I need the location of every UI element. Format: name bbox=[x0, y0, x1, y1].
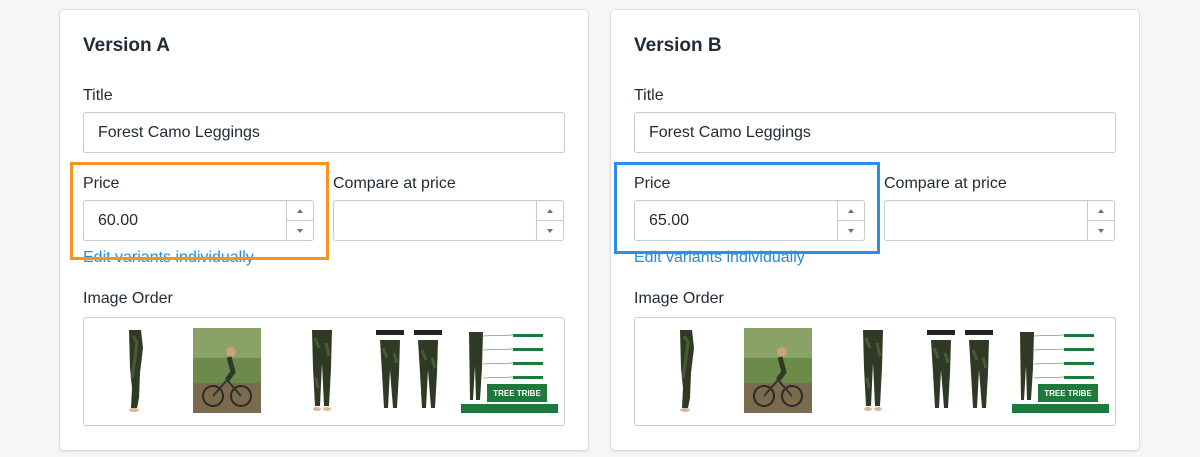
price-label: Price bbox=[83, 175, 120, 192]
chevron-down-icon bbox=[1098, 228, 1104, 233]
tree-tribe-banner-image[interactable]: TREE TRIBE bbox=[1012, 328, 1109, 413]
banner-brand-text: TREE TRIBE bbox=[1044, 389, 1092, 398]
compare-decrement-button[interactable] bbox=[537, 220, 563, 240]
leggings-side-view-image[interactable] bbox=[115, 328, 155, 413]
compare-price-label: Compare at price bbox=[333, 175, 456, 192]
leggings-front-view-image[interactable] bbox=[302, 328, 342, 413]
woman-mountain-biking-image[interactable] bbox=[744, 328, 812, 413]
price-label: Price bbox=[634, 175, 671, 192]
leggings-front-view-image[interactable] bbox=[853, 328, 893, 413]
chevron-up-icon bbox=[848, 208, 854, 213]
title-label: Title bbox=[634, 87, 664, 104]
banner-brand-text: TREE TRIBE bbox=[493, 389, 541, 398]
title-input[interactable] bbox=[83, 112, 565, 153]
leggings-front-back-image[interactable] bbox=[374, 328, 446, 413]
version-a-card: Version A Title Price Compare at price E… bbox=[60, 10, 588, 450]
edit-variants-link[interactable]: Edit variants individually bbox=[83, 249, 254, 267]
chevron-down-icon bbox=[547, 228, 553, 233]
version-a-heading: Version A bbox=[83, 35, 170, 56]
price-stepper bbox=[286, 201, 313, 240]
compare-decrement-button[interactable] bbox=[1088, 220, 1114, 240]
title-input[interactable] bbox=[634, 112, 1116, 153]
price-decrement-button[interactable] bbox=[287, 220, 313, 240]
price-stepper bbox=[837, 201, 864, 240]
title-label: Title bbox=[83, 87, 113, 104]
price-input[interactable] bbox=[83, 200, 314, 241]
compare-price-stepper bbox=[536, 201, 563, 240]
tree-tribe-banner-image[interactable]: TREE TRIBE bbox=[461, 328, 558, 413]
price-increment-button[interactable] bbox=[838, 201, 864, 220]
version-b-heading: Version B bbox=[634, 35, 722, 56]
image-order-box: TREE TRIBE bbox=[83, 317, 565, 426]
chevron-up-icon bbox=[547, 208, 553, 213]
chevron-down-icon bbox=[848, 228, 854, 233]
compare-price-input[interactable] bbox=[333, 200, 564, 241]
compare-price-label: Compare at price bbox=[884, 175, 1007, 192]
version-b-card: Version B Title Price Compare at price E… bbox=[611, 10, 1139, 450]
edit-variants-link[interactable]: Edit variants individually bbox=[634, 249, 805, 267]
compare-price-field bbox=[884, 200, 1115, 241]
compare-price-input[interactable] bbox=[884, 200, 1115, 241]
compare-price-stepper bbox=[1087, 201, 1114, 240]
compare-increment-button[interactable] bbox=[1088, 201, 1114, 220]
price-field bbox=[634, 200, 865, 241]
compare-increment-button[interactable] bbox=[537, 201, 563, 220]
leggings-front-back-image[interactable] bbox=[925, 328, 997, 413]
price-decrement-button[interactable] bbox=[838, 220, 864, 240]
price-field bbox=[83, 200, 314, 241]
price-increment-button[interactable] bbox=[287, 201, 313, 220]
image-order-label: Image Order bbox=[83, 290, 173, 307]
leggings-side-view-image[interactable] bbox=[666, 328, 706, 413]
chevron-up-icon bbox=[1098, 208, 1104, 213]
woman-mountain-biking-image[interactable] bbox=[193, 328, 261, 413]
image-order-label: Image Order bbox=[634, 290, 724, 307]
image-order-box: TREE TRIBE bbox=[634, 317, 1116, 426]
chevron-up-icon bbox=[297, 208, 303, 213]
price-input[interactable] bbox=[634, 200, 865, 241]
chevron-down-icon bbox=[297, 228, 303, 233]
compare-price-field bbox=[333, 200, 564, 241]
